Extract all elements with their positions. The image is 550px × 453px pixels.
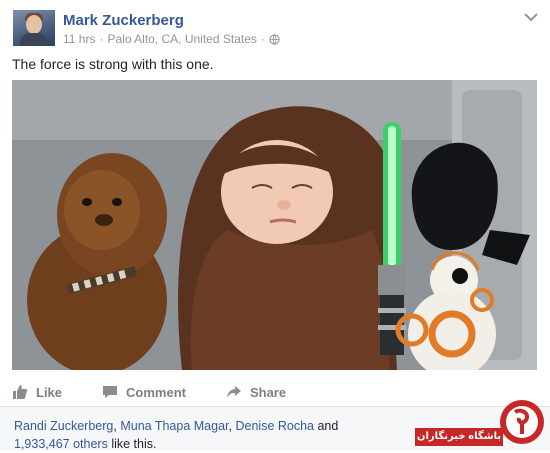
- likes-comma-2: ,: [228, 419, 232, 433]
- globe-icon[interactable]: [269, 33, 280, 45]
- post-time[interactable]: 11 hrs: [63, 32, 95, 46]
- like-label: Like: [36, 384, 63, 400]
- liker-name-1[interactable]: Randi Zuckerberg: [14, 419, 113, 433]
- watermark-label: باشگاه خبرنگاران: [415, 428, 503, 446]
- share-button[interactable]: Share: [226, 384, 286, 400]
- post-photo[interactable]: [12, 80, 537, 370]
- comment-button[interactable]: Comment: [102, 384, 186, 400]
- post-text: The force is strong with this one.: [12, 56, 214, 72]
- avatar-shirt: [20, 33, 48, 46]
- like-button[interactable]: Like: [12, 384, 62, 400]
- avatar-face: [26, 15, 42, 34]
- meta-separator-2: ·: [260, 32, 265, 46]
- share-label: Share: [249, 384, 287, 400]
- likes-text: Randi Zuckerberg, Muna Thapa Magar, Deni…: [14, 417, 414, 453]
- watermark-logo: [500, 400, 544, 444]
- comment-label: Comment: [126, 384, 186, 400]
- post-location[interactable]: Palo Alto, CA, United States: [107, 32, 256, 46]
- author-name[interactable]: Mark Zuckerberg: [63, 12, 184, 29]
- watermark: باشگاه خبرنگاران: [415, 398, 550, 450]
- chevron-down-icon[interactable]: [524, 12, 538, 22]
- thumbs-up-icon: [13, 385, 28, 399]
- author-avatar[interactable]: [13, 10, 55, 46]
- comment-icon: [103, 386, 118, 398]
- liker-name-2[interactable]: Muna Thapa Magar: [120, 419, 228, 433]
- share-arrow-icon: [226, 386, 241, 398]
- liker-name-3[interactable]: Denise Rocha: [235, 419, 314, 433]
- likes-suffix: like this.: [111, 437, 157, 451]
- likes-and: and: [317, 419, 339, 433]
- post-meta: 11 hrs · Palo Alto, CA, United States ·: [63, 32, 280, 46]
- meta-separator: ·: [99, 32, 104, 46]
- likes-comma: ,: [113, 419, 117, 433]
- likes-others-count[interactable]: 1,933,467 others: [14, 437, 108, 451]
- post-card: Mark Zuckerberg 11 hrs · Palo Alto, CA, …: [0, 0, 550, 453]
